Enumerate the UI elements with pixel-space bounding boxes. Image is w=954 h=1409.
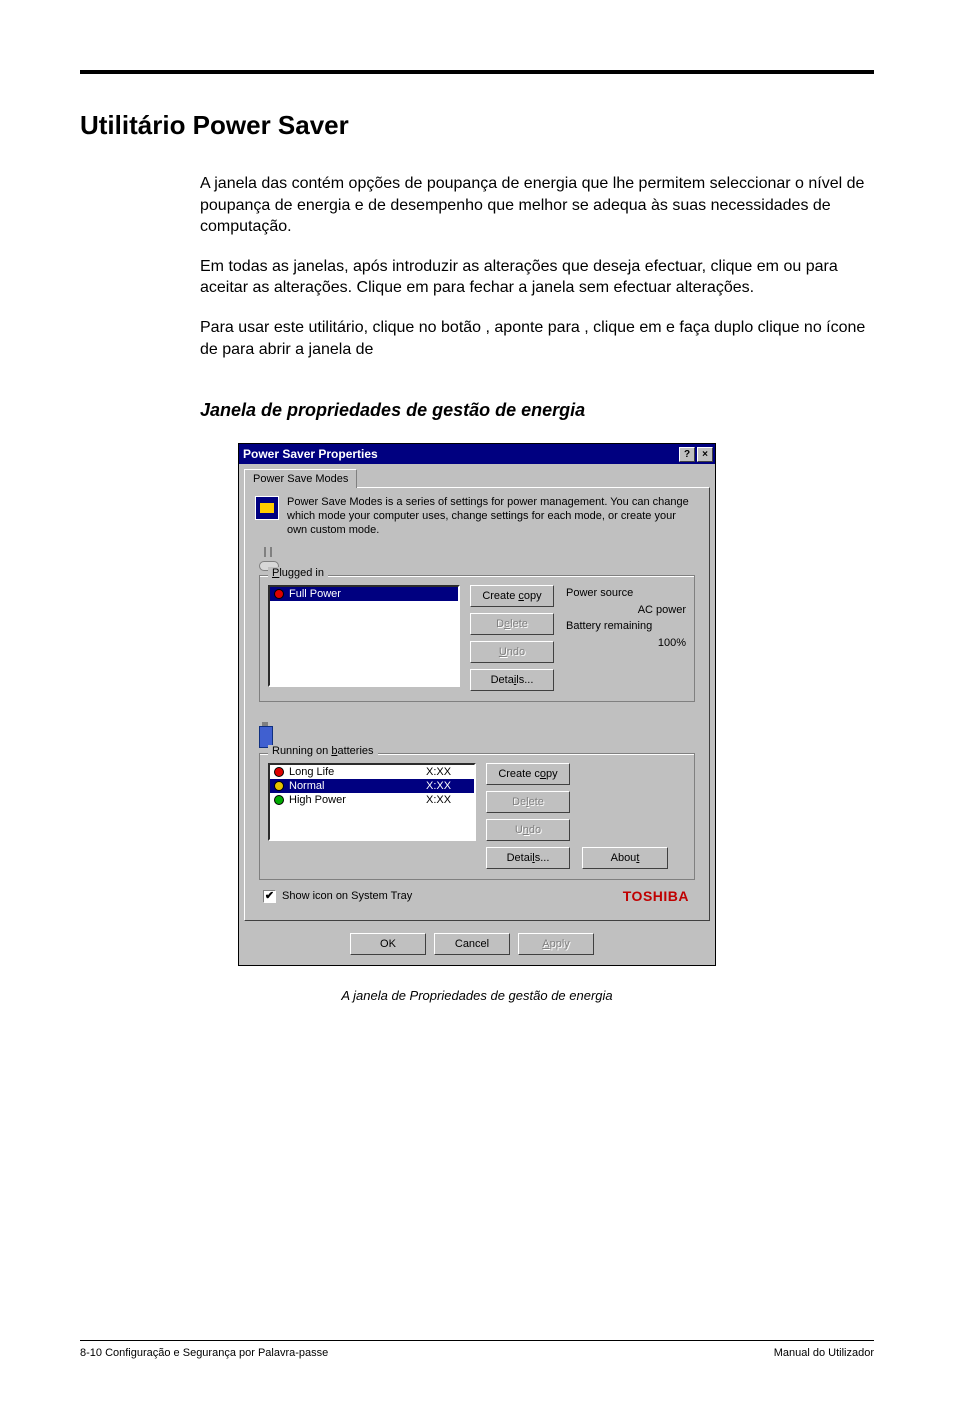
details-button[interactable]: Details... [470,669,554,691]
titlebar: Power Saver Properties ? × [239,444,715,464]
list-item[interactable]: Full Power [270,587,458,601]
plugged-in-list[interactable]: Full Power [268,585,460,687]
intro-text: Power Save Modes is a series of settings… [287,496,699,537]
close-button[interactable]: × [697,447,713,462]
power-source-info: Power source AC power Battery remaining … [566,585,686,691]
battery-remaining-label: Battery remaining [566,618,686,635]
delete-button: Delete [470,613,554,635]
tab-panel: Power Save Modes is a series of settings… [244,487,710,921]
mode-time: X:XX [426,794,470,806]
details-button-2[interactable]: Details... [486,847,570,869]
list-item[interactable]: High Power X:XX [270,793,474,807]
cancel-button[interactable]: Cancel [434,933,510,955]
mode-name: High Power [289,794,421,806]
create-copy-button-2[interactable]: Create copy [486,763,570,785]
body-text: A janela das contém opções de poupança d… [200,173,870,360]
mode-name: Long Life [289,766,421,778]
paragraph-1: A janela das contém opções de poupança d… [200,173,870,238]
undo-button-2: Undo [486,819,570,841]
paragraph-2: Em todas as janelas, após introduzir as … [200,256,870,299]
delete-button-2: Delete [486,791,570,813]
dialog-title: Power Saver Properties [243,447,378,461]
tab-power-save-modes[interactable]: Power Save Modes [244,469,357,488]
mode-time: X:XX [426,766,470,778]
batteries-list[interactable]: Long Life X:XX Normal X:XX High Power X:… [268,763,476,841]
tab-strip: Power Save Modes [239,464,715,487]
battery-remaining-value: 100% [658,635,686,652]
mode-name: Normal [289,780,421,792]
group-plugged-in: Plugged in Full Power Create copy Delete… [259,575,695,702]
mode-dot-icon [274,767,284,777]
figure-caption: A janela de Propriedades de gestão de en… [80,988,874,1003]
legend-running-on-batteries: Running on batteries [268,745,378,757]
apply-button: Apply [518,933,594,955]
undo-button: Undo [470,641,554,663]
toshiba-brand: TOSHIBA [418,888,689,904]
footer-left: 8-10 Configuração e Segurança por Palavr… [80,1347,328,1359]
power-source-label: Power source [566,585,686,602]
about-button[interactable]: About [582,847,668,869]
mode-time: X:XX [426,780,470,792]
create-copy-button[interactable]: Create copy [470,585,554,607]
power-saver-dialog: Power Saver Properties ? × Power Save Mo… [238,443,716,966]
legend-plugged-in: Plugged in [268,567,328,579]
mode-name: Full Power [289,588,454,600]
page-footer: 8-10 Configuração e Segurança por Palavr… [80,1340,874,1359]
dialog-button-row: OK Cancel Apply [239,927,715,965]
footer-right: Manual do Utilizador [774,1347,874,1359]
list-item[interactable]: Normal X:XX [270,779,474,793]
power-source-value: AC power [638,602,686,619]
ok-button[interactable]: OK [350,933,426,955]
page-heading: Utilitário Power Saver [80,110,874,141]
show-icon-checkbox[interactable]: ✔ [263,890,276,903]
show-icon-label: Show icon on System Tray [282,890,412,902]
help-button[interactable]: ? [679,447,695,462]
mode-dot-icon [274,795,284,805]
group-running-on-batteries: Running on batteries Long Life X:XX Norm… [259,753,695,880]
top-rule [80,70,874,74]
list-item[interactable]: Long Life X:XX [270,765,474,779]
subheading: Janela de propriedades de gestão de ener… [200,400,874,421]
mode-dot-icon [274,589,284,599]
paragraph-3: Para usar este utilitário, clique no bot… [200,317,870,360]
intro-icon [255,496,279,520]
mode-dot-icon [274,781,284,791]
